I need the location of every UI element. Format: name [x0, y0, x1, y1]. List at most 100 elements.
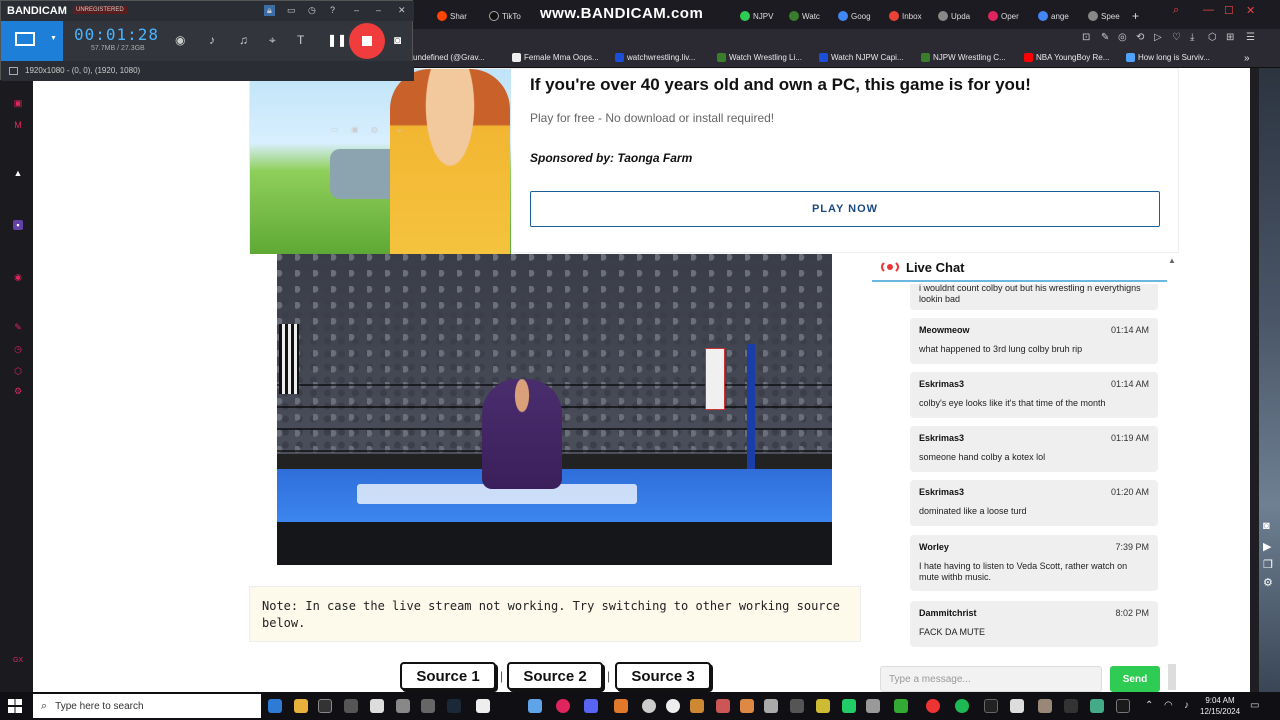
text-icon[interactable]: T [297, 33, 304, 47]
restore-icon[interactable]: – [376, 5, 381, 15]
mail-app-icon[interactable] [268, 699, 282, 713]
opera-icon[interactable] [556, 699, 570, 713]
taskbar-search[interactable]: ⌕ Type here to search [33, 694, 261, 718]
image-icon[interactable]: ▣ [351, 125, 359, 134]
copy-icon[interactable]: ❐ [1263, 558, 1273, 571]
bookmark-2[interactable]: Female Mma Oops... [512, 53, 599, 62]
bookmark-3[interactable]: watchwrestling.liv... [615, 53, 695, 62]
chevron-down-icon[interactable]: ⌄ [396, 125, 403, 134]
aria-icon[interactable]: ▲ [13, 168, 23, 178]
app-icon[interactable] [984, 699, 998, 713]
usb-icon[interactable] [421, 699, 435, 713]
lock-icon[interactable]: 🔒︎ [264, 5, 275, 16]
tab-4[interactable]: Watc [789, 8, 834, 24]
bookmark-5[interactable]: Watch NJPW Capi... [819, 53, 904, 62]
terminal-icon[interactable] [318, 699, 332, 713]
bookmark-1[interactable]: undefined (@Grav... [413, 53, 485, 62]
audio-icon[interactable]: ◍ [371, 125, 378, 134]
volume-icon[interactable]: ♪ [1184, 700, 1189, 711]
chat-scrollbar[interactable] [1168, 664, 1176, 690]
clock-icon[interactable]: ◷ [308, 5, 316, 16]
spotify-icon[interactable] [955, 699, 969, 713]
microphone-icon[interactable]: ♫ [239, 33, 248, 47]
webcam-icon[interactable]: ◉ [175, 33, 185, 47]
pause-icon[interactable]: ❚❚ [327, 33, 347, 47]
tab-1[interactable]: Shar [437, 8, 482, 24]
folder-icon[interactable]: ▭ [287, 5, 296, 16]
ad-image[interactable] [250, 69, 511, 254]
camera-icon[interactable]: ◙ [394, 33, 401, 47]
history-icon[interactable]: ⟲ [1136, 32, 1144, 43]
chat-message-input[interactable]: Type a message... [880, 666, 1102, 692]
camera-icon[interactable]: ◙ [1263, 520, 1270, 532]
minimize-icon[interactable]: — [1203, 4, 1214, 16]
camera-icon[interactable]: ⊡ [1082, 32, 1090, 43]
app-icon[interactable] [1116, 699, 1130, 713]
tray-chevron-icon[interactable]: ⌃ [1145, 700, 1153, 711]
vlc-icon[interactable] [614, 699, 628, 713]
pinboard-icon[interactable]: ✎ [13, 322, 23, 332]
close-icon[interactable]: ✕ [1246, 4, 1255, 17]
settings-icon[interactable] [866, 699, 880, 713]
scroll-up-icon[interactable]: ▲ [1168, 256, 1176, 265]
file-explorer-icon[interactable] [294, 699, 308, 713]
app-icon[interactable] [1010, 699, 1024, 713]
discord-icon[interactable] [584, 699, 598, 713]
video-icon[interactable]: ▭ [331, 125, 339, 134]
video-player[interactable] [277, 254, 832, 565]
video-icon[interactable]: ▶ [1263, 540, 1271, 553]
ad-title[interactable]: If you're over 40 years old and own a PC… [530, 75, 1031, 95]
mouse-icon[interactable]: ⌖ [269, 33, 276, 48]
chat-messages[interactable]: i wouldnt count colby out but his wrestl… [872, 284, 1167, 656]
download-icon[interactable]: ⤓ [1190, 32, 1194, 43]
app-icon[interactable] [894, 699, 908, 713]
ad-banner[interactable]: If you're over 40 years old and own a PC… [249, 68, 1179, 254]
chevron-down-icon[interactable]: ▼ [50, 35, 57, 42]
edit-icon[interactable]: ✎ [1101, 32, 1109, 43]
bookmark-6[interactable]: NJPW Wrestling C... [921, 53, 1006, 62]
source-3-button[interactable]: Source 3 [615, 662, 711, 690]
photo-icon[interactable] [396, 699, 410, 713]
bookmark-8[interactable]: How long is Surviv... [1126, 53, 1210, 62]
cube-icon[interactable]: ⬡ [1208, 32, 1217, 43]
player-icon[interactable]: ◉ [13, 272, 23, 282]
app-icon[interactable] [842, 699, 856, 713]
unregistered-badge[interactable]: UNREGISTERED [73, 6, 127, 14]
tab-5[interactable]: Goog [838, 8, 883, 24]
send-button[interactable]: Send [1110, 666, 1160, 692]
bookmark-7[interactable]: NBA YoungBoy Re... [1024, 53, 1109, 62]
app-icon[interactable] [666, 699, 680, 713]
messenger-icon[interactable]: ▣ [13, 98, 23, 108]
maximize-icon[interactable]: ☐ [1224, 4, 1234, 17]
app-icon[interactable] [642, 699, 656, 713]
close-icon[interactable]: ✕ [398, 5, 406, 16]
menu-icon[interactable]: ☰ [1246, 32, 1255, 43]
bookmark-4[interactable]: Watch Wrestling Li... [717, 53, 802, 62]
app-icon[interactable] [690, 699, 704, 713]
windows-start-icon[interactable] [8, 699, 22, 713]
source-2-button[interactable]: Source 2 [507, 662, 603, 690]
tab-8[interactable]: Oper [988, 8, 1033, 24]
app-icon[interactable] [816, 699, 830, 713]
settings-icon[interactable]: ⚙ [13, 386, 23, 396]
screenshot-icon[interactable]: ◎ [1118, 32, 1127, 43]
tab-10[interactable]: Spee [1088, 8, 1133, 24]
search-icon[interactable]: ⌕ [1173, 4, 1179, 17]
app-icon[interactable] [1064, 699, 1078, 713]
app-icon[interactable] [1038, 699, 1052, 713]
new-tab-icon[interactable]: + [1132, 8, 1146, 24]
calculator-icon[interactable] [344, 699, 358, 713]
play-icon[interactable]: ▷ [1154, 32, 1162, 43]
stop-record-button[interactable] [349, 23, 385, 59]
wifi-icon[interactable]: ◠ [1164, 700, 1173, 711]
extensions-icon[interactable]: ⊞ [1226, 32, 1234, 43]
screen-mode-button[interactable]: ▼ [1, 21, 63, 61]
taskbar-clock[interactable]: 9:04 AM 12/15/2024 [1200, 695, 1240, 717]
tab-6[interactable]: Inbox [889, 8, 934, 24]
settings-icon[interactable]: ⚙ [1263, 576, 1273, 589]
twitch-icon[interactable]: ▪ [13, 220, 23, 230]
app-icon[interactable] [764, 699, 778, 713]
app-icon[interactable] [1090, 699, 1104, 713]
tab-3[interactable]: NJPV [740, 8, 785, 24]
speaker-icon[interactable]: ♪ [209, 33, 215, 47]
